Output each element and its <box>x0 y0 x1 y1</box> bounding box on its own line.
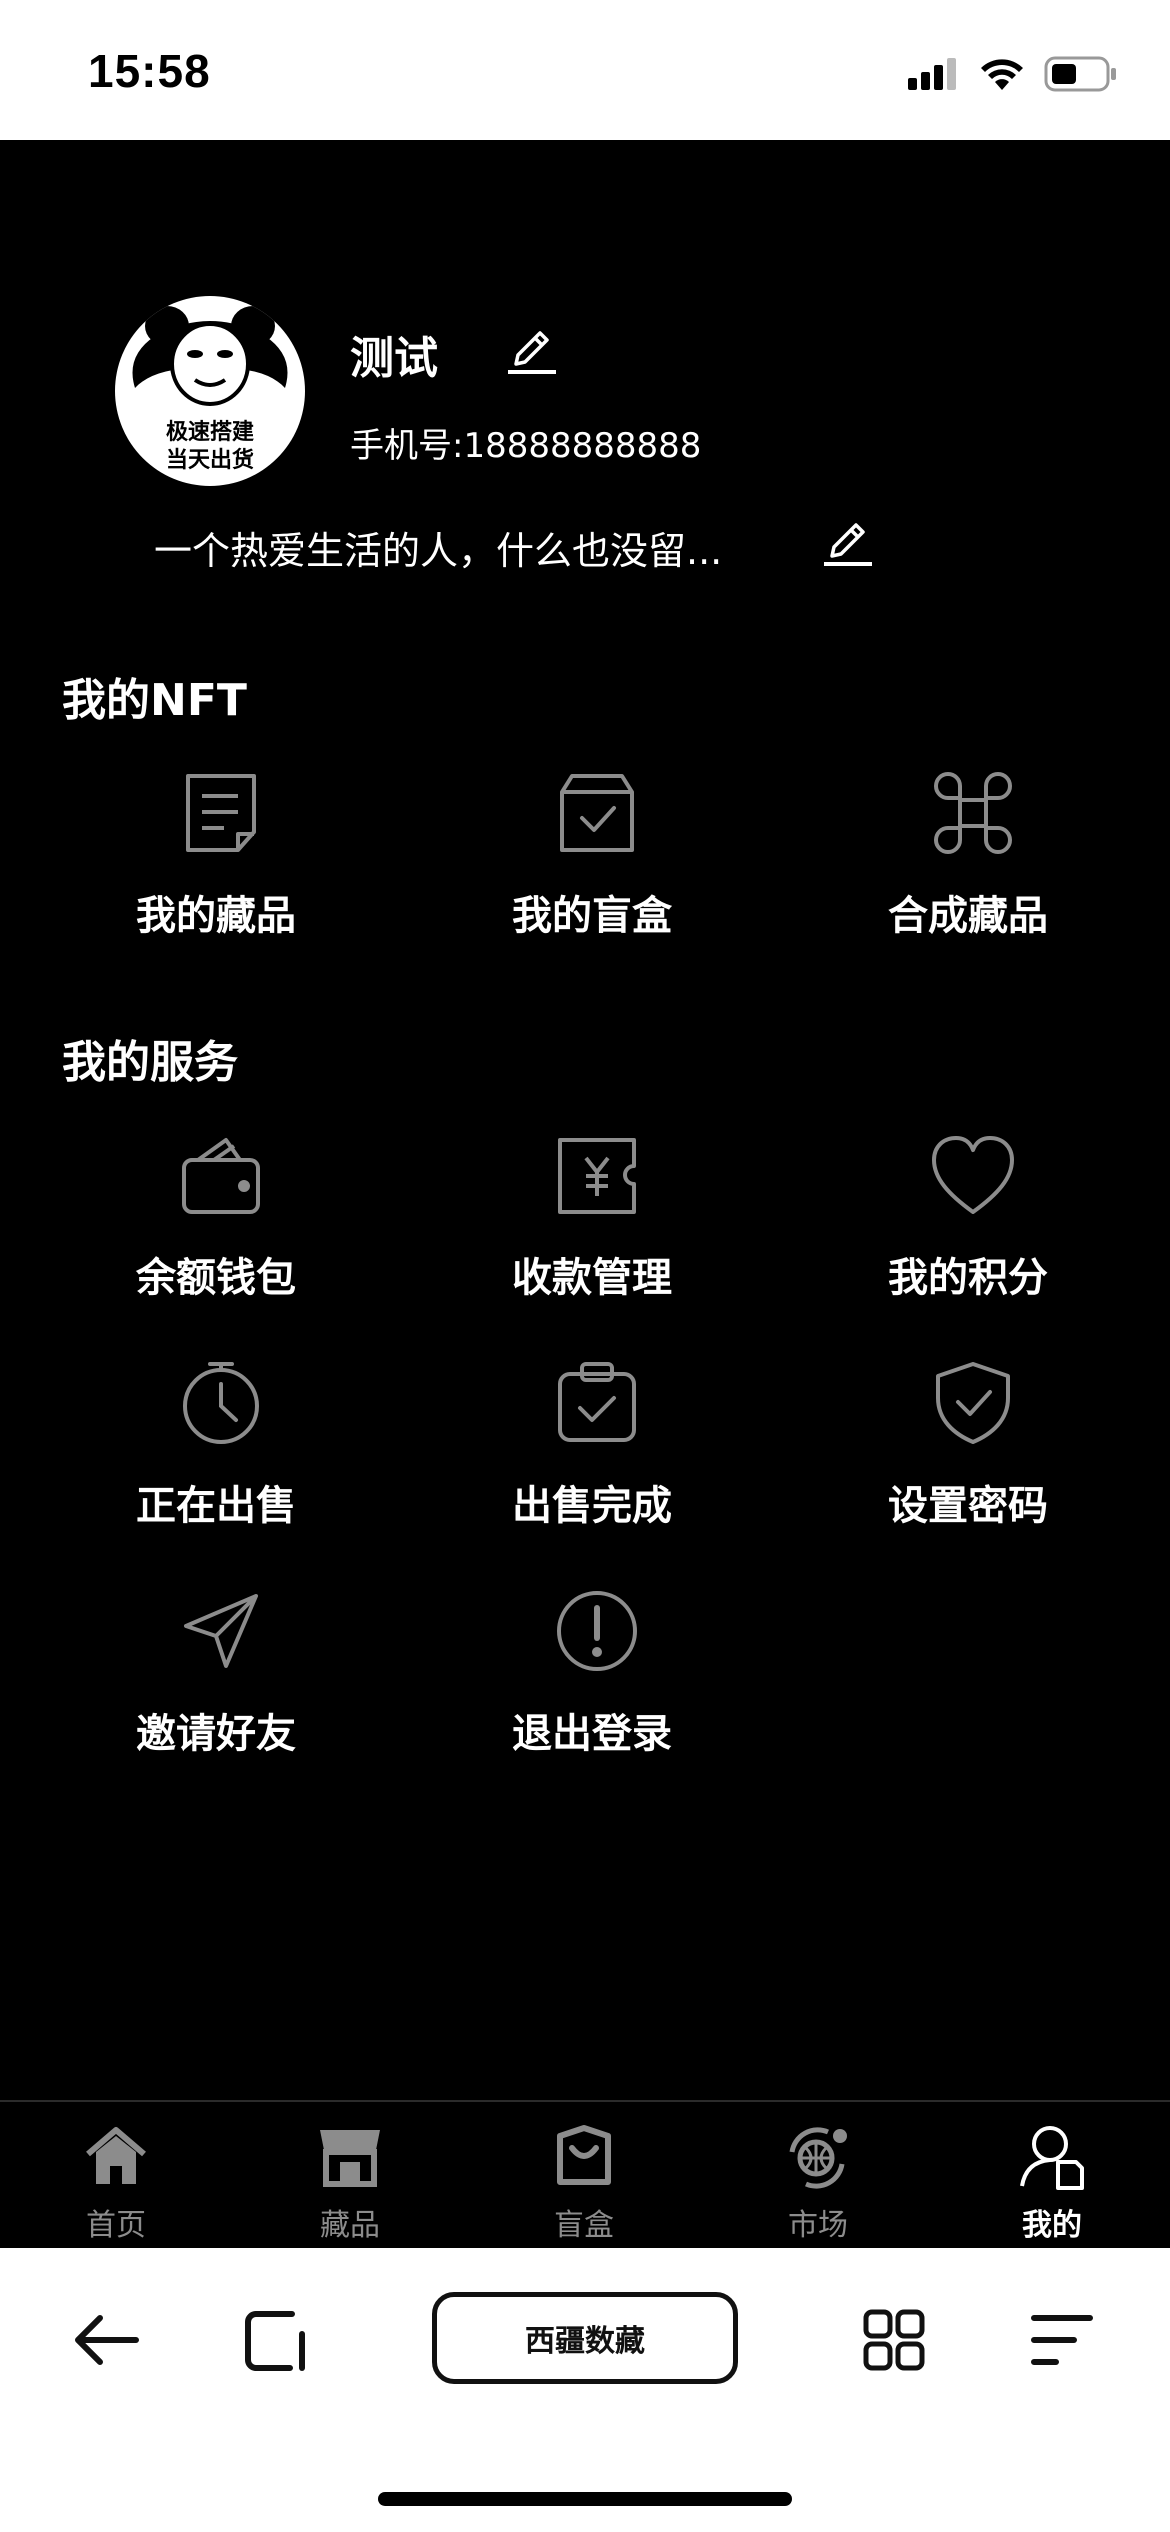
logout-label: 退出登录 <box>512 1711 672 1757</box>
invite-friends-label: 邀请好友 <box>136 1711 296 1757</box>
phone-number: 手机号:18888888888 <box>350 426 702 466</box>
address-bar[interactable]: 西疆数藏 <box>432 2292 738 2384</box>
back-arrow-icon[interactable] <box>70 2304 142 2376</box>
shop-icon <box>320 2130 380 2187</box>
yuan-ticket-icon <box>558 1138 636 1214</box>
signal-icon <box>908 58 956 90</box>
market-icon <box>789 2127 847 2189</box>
payment-management-label: 收款管理 <box>512 1255 672 1301</box>
user-icon <box>1020 2126 1084 2190</box>
avatar[interactable]: 极速搭建 当天出货 <box>115 296 305 486</box>
tabs-window-icon[interactable] <box>240 2304 312 2376</box>
sale-completed-label: 出售完成 <box>512 1483 672 1529</box>
tab-market[interactable]: 市场 <box>738 2122 898 2243</box>
command-icon <box>934 772 1012 854</box>
tab-home-label: 首页 <box>86 2208 146 2243</box>
system-indicators <box>908 50 1118 98</box>
logout-button[interactable]: 退出登录 <box>442 1586 742 1786</box>
on-sale-label: 正在出售 <box>136 1483 296 1529</box>
edit-name-icon[interactable] <box>502 324 558 380</box>
grid-menu-icon[interactable] <box>858 2304 930 2376</box>
invite-friends-button[interactable]: 邀请好友 <box>66 1586 366 1786</box>
browser-toolbar: 西疆数藏 <box>0 2248 1170 2532</box>
send-icon <box>184 1594 258 1668</box>
synthesize-collections-label: 合成藏品 <box>888 893 1048 939</box>
document-icon <box>186 774 256 852</box>
tab-mine[interactable]: 我的 <box>972 2122 1132 2243</box>
menu-lines-icon[interactable] <box>1026 2304 1098 2376</box>
on-sale-button[interactable]: 正在出售 <box>66 1358 366 1558</box>
synthesize-collections-button[interactable]: 合成藏品 <box>818 768 1118 968</box>
service-section-title: 我的服务 <box>62 1037 238 1088</box>
home-icon <box>86 2127 146 2184</box>
clipboard-check-icon <box>558 1362 636 1442</box>
sale-completed-button[interactable]: 出售完成 <box>442 1358 742 1558</box>
username: 测试 <box>350 333 438 384</box>
bag-icon <box>557 2125 611 2185</box>
tab-collections[interactable]: 藏品 <box>270 2122 430 2243</box>
wallet-icon <box>182 1138 260 1214</box>
my-blind-boxes-button[interactable]: 我的盲盒 <box>442 768 742 968</box>
payment-management-button[interactable]: 收款管理 <box>442 1130 742 1330</box>
nft-section-title: 我的NFT <box>62 675 247 726</box>
heart-icon <box>932 1136 1014 1214</box>
home-indicator <box>378 2492 792 2506</box>
bio-text: 一个热爱生活的人，什么也没留... <box>154 529 723 573</box>
set-password-label: 设置密码 <box>888 1483 1048 1529</box>
tab-blind-box[interactable]: 盲盒 <box>504 2122 664 2243</box>
my-points-button[interactable]: 我的积分 <box>818 1130 1118 1330</box>
my-collections-button[interactable]: 我的藏品 <box>66 768 366 968</box>
wallet-label: 余额钱包 <box>136 1255 296 1301</box>
box-check-icon <box>560 774 634 852</box>
set-password-button[interactable]: 设置密码 <box>818 1358 1118 1558</box>
battery-icon <box>1044 56 1116 92</box>
avatar-caption-line2: 当天出货 <box>165 448 254 473</box>
status-time: 15:58 <box>88 45 211 97</box>
wallet-button[interactable]: 余额钱包 <box>66 1130 366 1330</box>
tab-collections-label: 藏品 <box>320 2208 380 2243</box>
edit-bio-icon[interactable] <box>818 516 874 572</box>
my-collections-label: 我的藏品 <box>136 893 296 939</box>
alert-circle-icon <box>557 1591 637 1671</box>
tab-blind-box-label: 盲盒 <box>554 2208 614 2243</box>
tab-bar: 首页 藏品 盲盒 市场 我的 <box>0 2100 1170 2248</box>
stopwatch-icon <box>183 1362 259 1444</box>
my-blind-boxes-label: 我的盲盒 <box>512 893 672 939</box>
my-points-label: 我的积分 <box>888 1255 1048 1301</box>
shield-check-icon <box>936 1362 1010 1444</box>
tab-mine-label: 我的 <box>1022 2208 1082 2243</box>
wifi-icon <box>981 59 1023 90</box>
tab-market-label: 市场 <box>788 2208 848 2243</box>
tab-home[interactable]: 首页 <box>36 2122 196 2243</box>
status-bar: 15:58 <box>0 0 1170 140</box>
